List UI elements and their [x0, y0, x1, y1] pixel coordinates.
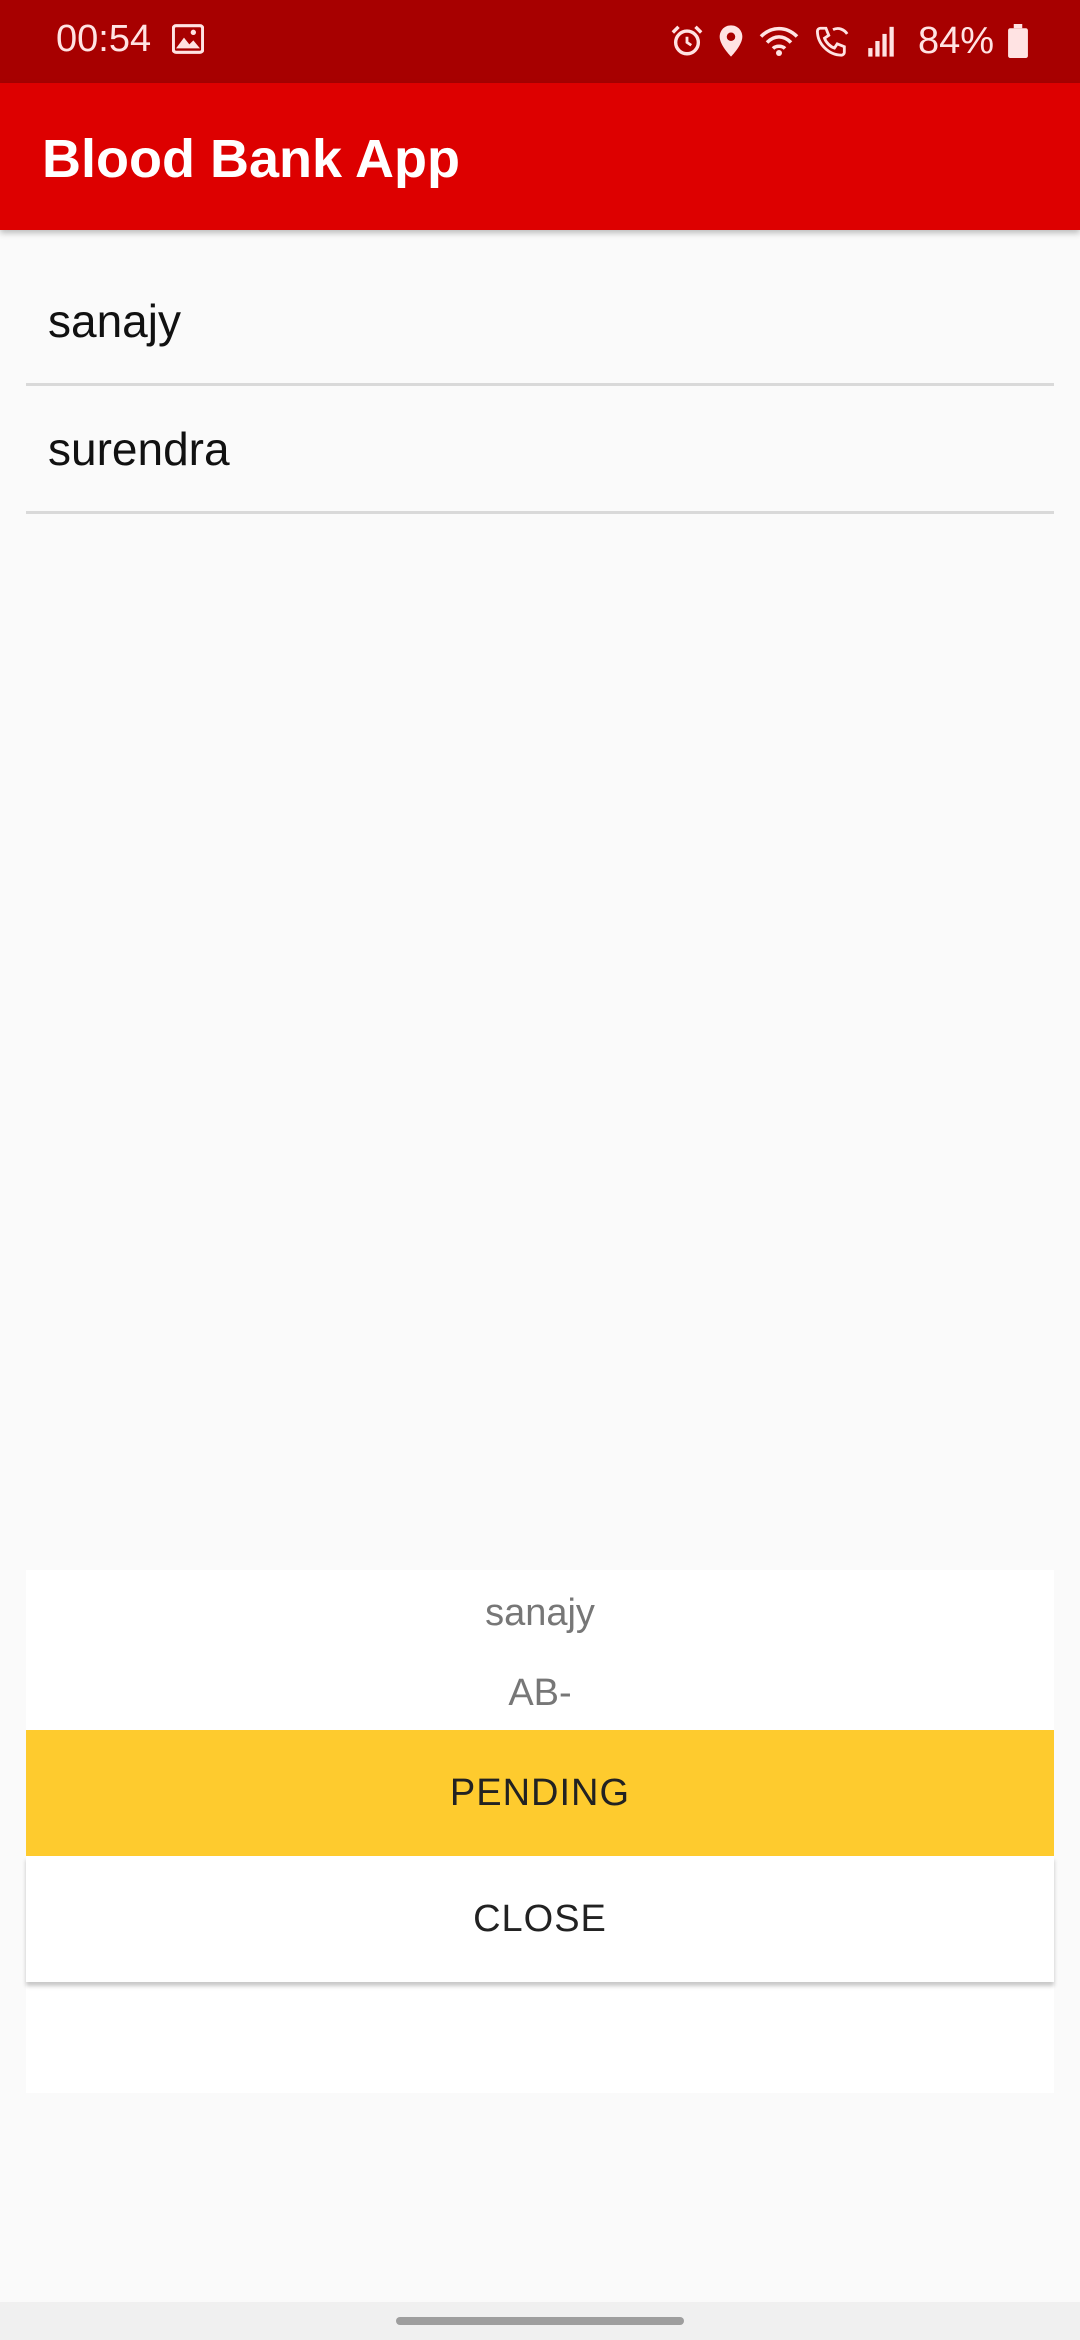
location-icon [719, 25, 743, 57]
app-title: Blood Bank App [42, 129, 460, 189]
status-time: 00:54 [56, 18, 152, 60]
request-dialog: sanajy AB- PENDING CLOSE [26, 1570, 1054, 2093]
list-item-name: surendra [48, 422, 230, 475]
close-button[interactable]: CLOSE [26, 1856, 1054, 1982]
status-icons: 84% [670, 18, 1028, 64]
home-gesture-handle[interactable] [396, 2317, 684, 2325]
pending-button[interactable]: PENDING [26, 1730, 1054, 1856]
list-item[interactable]: surendra [26, 386, 1054, 514]
signal-icon [868, 26, 894, 57]
wifi-call-icon [815, 26, 849, 57]
navigation-bar [0, 2302, 1080, 2340]
donor-list: sanajy surendra [26, 258, 1054, 514]
status-bar: 00:54 84% [0, 0, 1080, 83]
image-icon [172, 24, 204, 54]
dialog-blood-group: AB- [508, 1672, 572, 1714]
dialog-donor-name: sanajy [485, 1592, 595, 1634]
battery-icon [1008, 24, 1028, 58]
wifi-icon [759, 26, 799, 56]
list-item[interactable]: sanajy [26, 258, 1054, 386]
battery-percentage: 84% [917, 19, 994, 62]
alarm-icon [671, 25, 703, 56]
list-item-name: sanajy [48, 294, 181, 347]
app-bar: Blood Bank App [0, 83, 1080, 230]
